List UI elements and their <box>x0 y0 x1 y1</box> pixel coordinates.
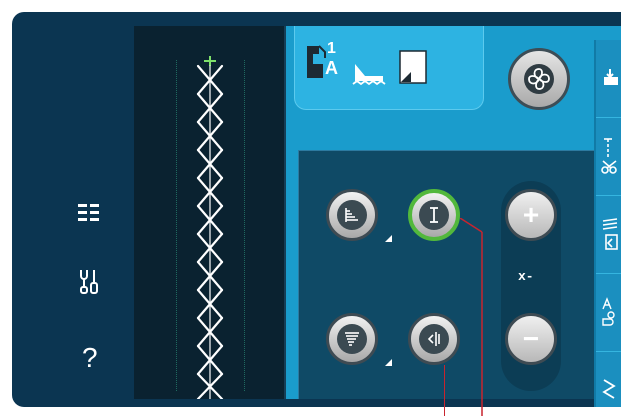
bobbin-icon <box>603 68 618 85</box>
stitch-settings-panel: 1 A + x- − <box>286 26 621 407</box>
axis-label: x- <box>518 269 534 284</box>
tapering-icon <box>602 217 618 250</box>
feed-dog-icon <box>352 64 386 86</box>
presser-foot-number: 1 <box>327 40 336 57</box>
fan-button[interactable] <box>508 48 570 110</box>
help-icon[interactable]: ? <box>82 342 98 374</box>
stitch-menu-icon[interactable] <box>78 202 100 229</box>
density-menu-indicator <box>385 359 392 366</box>
stitch-pattern <box>196 56 224 399</box>
stitch-repeat-button[interactable] <box>596 352 621 407</box>
stitch-repeat-icon <box>601 378 616 399</box>
stitch-positioning-icon <box>427 332 440 346</box>
recommendations-tile[interactable]: 1 A <box>294 26 484 110</box>
stitch-length-button[interactable] <box>326 189 378 241</box>
presser-foot-letter: A <box>325 58 338 78</box>
callout-line-width <box>460 218 483 416</box>
stitch-width-icon <box>430 207 438 223</box>
stitch-density-icon <box>345 332 359 346</box>
stabilizer-icon <box>399 50 427 84</box>
stitch-length-icon <box>345 208 358 222</box>
bobbin-button[interactable] <box>596 40 621 118</box>
stitch-density-button[interactable] <box>326 313 378 365</box>
settings-tools-icon[interactable] <box>78 268 100 299</box>
fan-icon <box>524 64 554 94</box>
tie-off-button[interactable] <box>596 118 621 196</box>
stitch-positioning-button[interactable] <box>408 313 460 365</box>
callout-line-positioning <box>444 365 445 416</box>
stitch-preview <box>134 26 286 399</box>
tapering-button[interactable] <box>596 196 621 274</box>
plus-icon: + <box>522 199 540 230</box>
sewing-machine-screen: ? 1 A + x- − <box>12 12 621 407</box>
left-sidebar: ? <box>12 12 134 407</box>
length-menu-indicator <box>385 235 392 242</box>
mirror-icon <box>601 296 615 326</box>
minus-icon: − <box>522 323 540 354</box>
mirror-button[interactable] <box>596 274 621 352</box>
right-toolbar <box>594 40 621 407</box>
tie-off-scissors-icon <box>600 137 617 174</box>
stitch-width-button[interactable] <box>408 189 460 241</box>
